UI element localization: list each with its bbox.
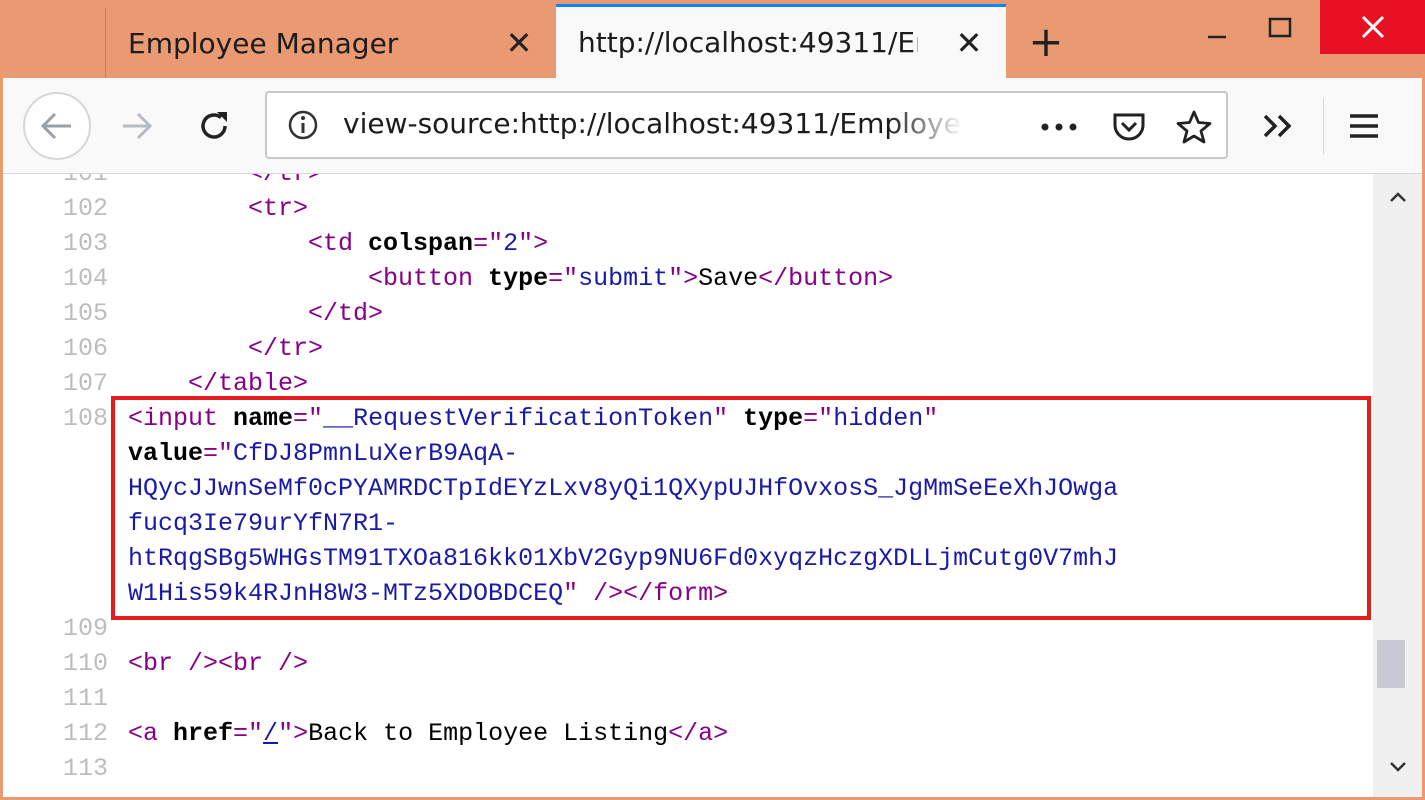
- source-token: ">: [278, 719, 309, 748]
- more-actions-icon[interactable]: [1037, 105, 1081, 149]
- tab-view-source[interactable]: http://localhost:49311/Employ ✕: [556, 4, 1006, 78]
- close-icon: [1361, 15, 1384, 39]
- line-source: <td colspan="2">: [128, 226, 548, 261]
- forward-button[interactable]: [111, 100, 163, 152]
- reload-button[interactable]: [188, 100, 240, 152]
- line-source: </tr>: [128, 174, 323, 191]
- line-number: 101: [3, 174, 108, 191]
- line-source: <a href="/">Back to Employee Listing</a>: [128, 716, 728, 751]
- line-source: <tr>: [128, 191, 308, 226]
- line-source: </td>: [128, 296, 383, 331]
- forward-arrow-icon: [123, 112, 153, 140]
- vertical-scrollbar[interactable]: [1373, 174, 1422, 797]
- source-token: </a>: [668, 719, 729, 748]
- source-token: <tr>: [248, 194, 309, 223]
- title-bar: Employee Manager ✕ http://localhost:4931…: [0, 0, 1425, 78]
- source-line: 113: [3, 751, 1373, 786]
- source-token: <button: [368, 264, 489, 293]
- scroll-down-icon[interactable]: [1373, 752, 1422, 782]
- source-token: <br />: [218, 649, 309, 678]
- maximize-button[interactable]: [1250, 8, 1310, 48]
- source-token: =": [473, 229, 504, 258]
- tab-title: Employee Manager: [128, 26, 399, 60]
- line-number: 110: [62, 649, 108, 678]
- new-tab-button[interactable]: +: [1022, 20, 1070, 68]
- source-token: <a: [128, 719, 174, 748]
- bookmark-star-icon[interactable]: [1172, 105, 1216, 149]
- line-number: 109: [62, 614, 108, 643]
- line-source: </tr>: [128, 331, 323, 366]
- back-button[interactable]: [23, 92, 91, 160]
- line-number: 113: [62, 754, 108, 783]
- tab-close-icon[interactable]: ✕: [501, 27, 537, 59]
- source-token: ">: [518, 229, 549, 258]
- source-line: 103 <td colspan="2">: [3, 226, 1373, 261]
- tab-employee-manager[interactable]: Employee Manager ✕: [105, 8, 557, 78]
- line-number: 107: [62, 369, 108, 398]
- source-line: 112 <a href="/">Back to Employee Listing<…: [3, 716, 1373, 751]
- minimize-icon: [1208, 35, 1226, 39]
- line-number: 106: [62, 334, 108, 363]
- source-token: </button>: [758, 264, 894, 293]
- line-number: 111: [62, 684, 108, 713]
- window-close-button[interactable]: [1320, 0, 1425, 54]
- overflow-chevron-icon[interactable]: [1253, 100, 1303, 152]
- line-number: 112: [62, 719, 108, 748]
- source-token: </tr>: [248, 334, 324, 363]
- line-source: <button type="submit">Save</button>: [128, 261, 893, 296]
- source-line: 110 <br /><br />: [3, 646, 1373, 681]
- source-link[interactable]: /: [263, 719, 278, 748]
- source-line: 105 </td>: [3, 296, 1373, 331]
- address-bar[interactable]: view-source:http://localhost:49311/Emplo…: [265, 91, 1228, 159]
- source-token: Save: [698, 264, 759, 293]
- pocket-icon[interactable]: [1107, 105, 1151, 149]
- source-token: ">: [668, 264, 699, 293]
- maximize-icon: [1268, 17, 1292, 38]
- line-source: <br /><br />: [128, 646, 308, 681]
- tab-close-icon[interactable]: ✕: [951, 27, 987, 59]
- reload-icon: [201, 112, 227, 139]
- source-line: 102 <tr>: [3, 191, 1373, 226]
- source-token: type: [488, 264, 549, 293]
- scrollbar-thumb[interactable]: [1377, 640, 1405, 688]
- source-line: 104 <button type="submit">Save</button>: [3, 261, 1373, 296]
- source-token: submit: [578, 264, 669, 293]
- hamburger-menu-icon[interactable]: [1338, 100, 1390, 152]
- line-number: 103: [62, 229, 108, 258]
- scroll-up-icon[interactable]: [1373, 182, 1422, 212]
- source-token: Back to Employee Listing: [308, 719, 669, 748]
- back-arrow-icon: [40, 112, 71, 140]
- source-line: 111: [3, 681, 1373, 716]
- source-token: 2: [503, 229, 519, 258]
- tab-title: http://localhost:49311/Employ: [578, 26, 918, 59]
- navigation-toolbar: view-source:http://localhost:49311/Emplo…: [3, 78, 1422, 174]
- url-text[interactable]: view-source:http://localhost:49311/Emplo…: [343, 107, 963, 140]
- source-token: <td: [308, 229, 369, 258]
- source-line: 101 </tr>: [3, 174, 1373, 191]
- source-token: </table>: [188, 369, 309, 398]
- source-token: <br />: [128, 649, 219, 678]
- line-number: 104: [62, 264, 108, 293]
- line-number: 102: [62, 194, 108, 223]
- minimize-button[interactable]: [1187, 8, 1247, 48]
- source-token: </td>: [308, 299, 384, 328]
- line-number: 108: [62, 404, 108, 433]
- source-token: href: [173, 719, 234, 748]
- highlight-box: [111, 396, 1371, 620]
- toolbar-separator: [1323, 98, 1324, 154]
- source-token: colspan: [368, 229, 474, 258]
- line-number: 105: [62, 299, 108, 328]
- source-token: =": [548, 264, 579, 293]
- source-token: =": [233, 719, 264, 748]
- info-icon[interactable]: [287, 109, 319, 141]
- view-source-page: 101 </tr>102 <tr>103 <td colspan="2">104…: [3, 174, 1422, 797]
- source-line: 106 </tr>: [3, 331, 1373, 366]
